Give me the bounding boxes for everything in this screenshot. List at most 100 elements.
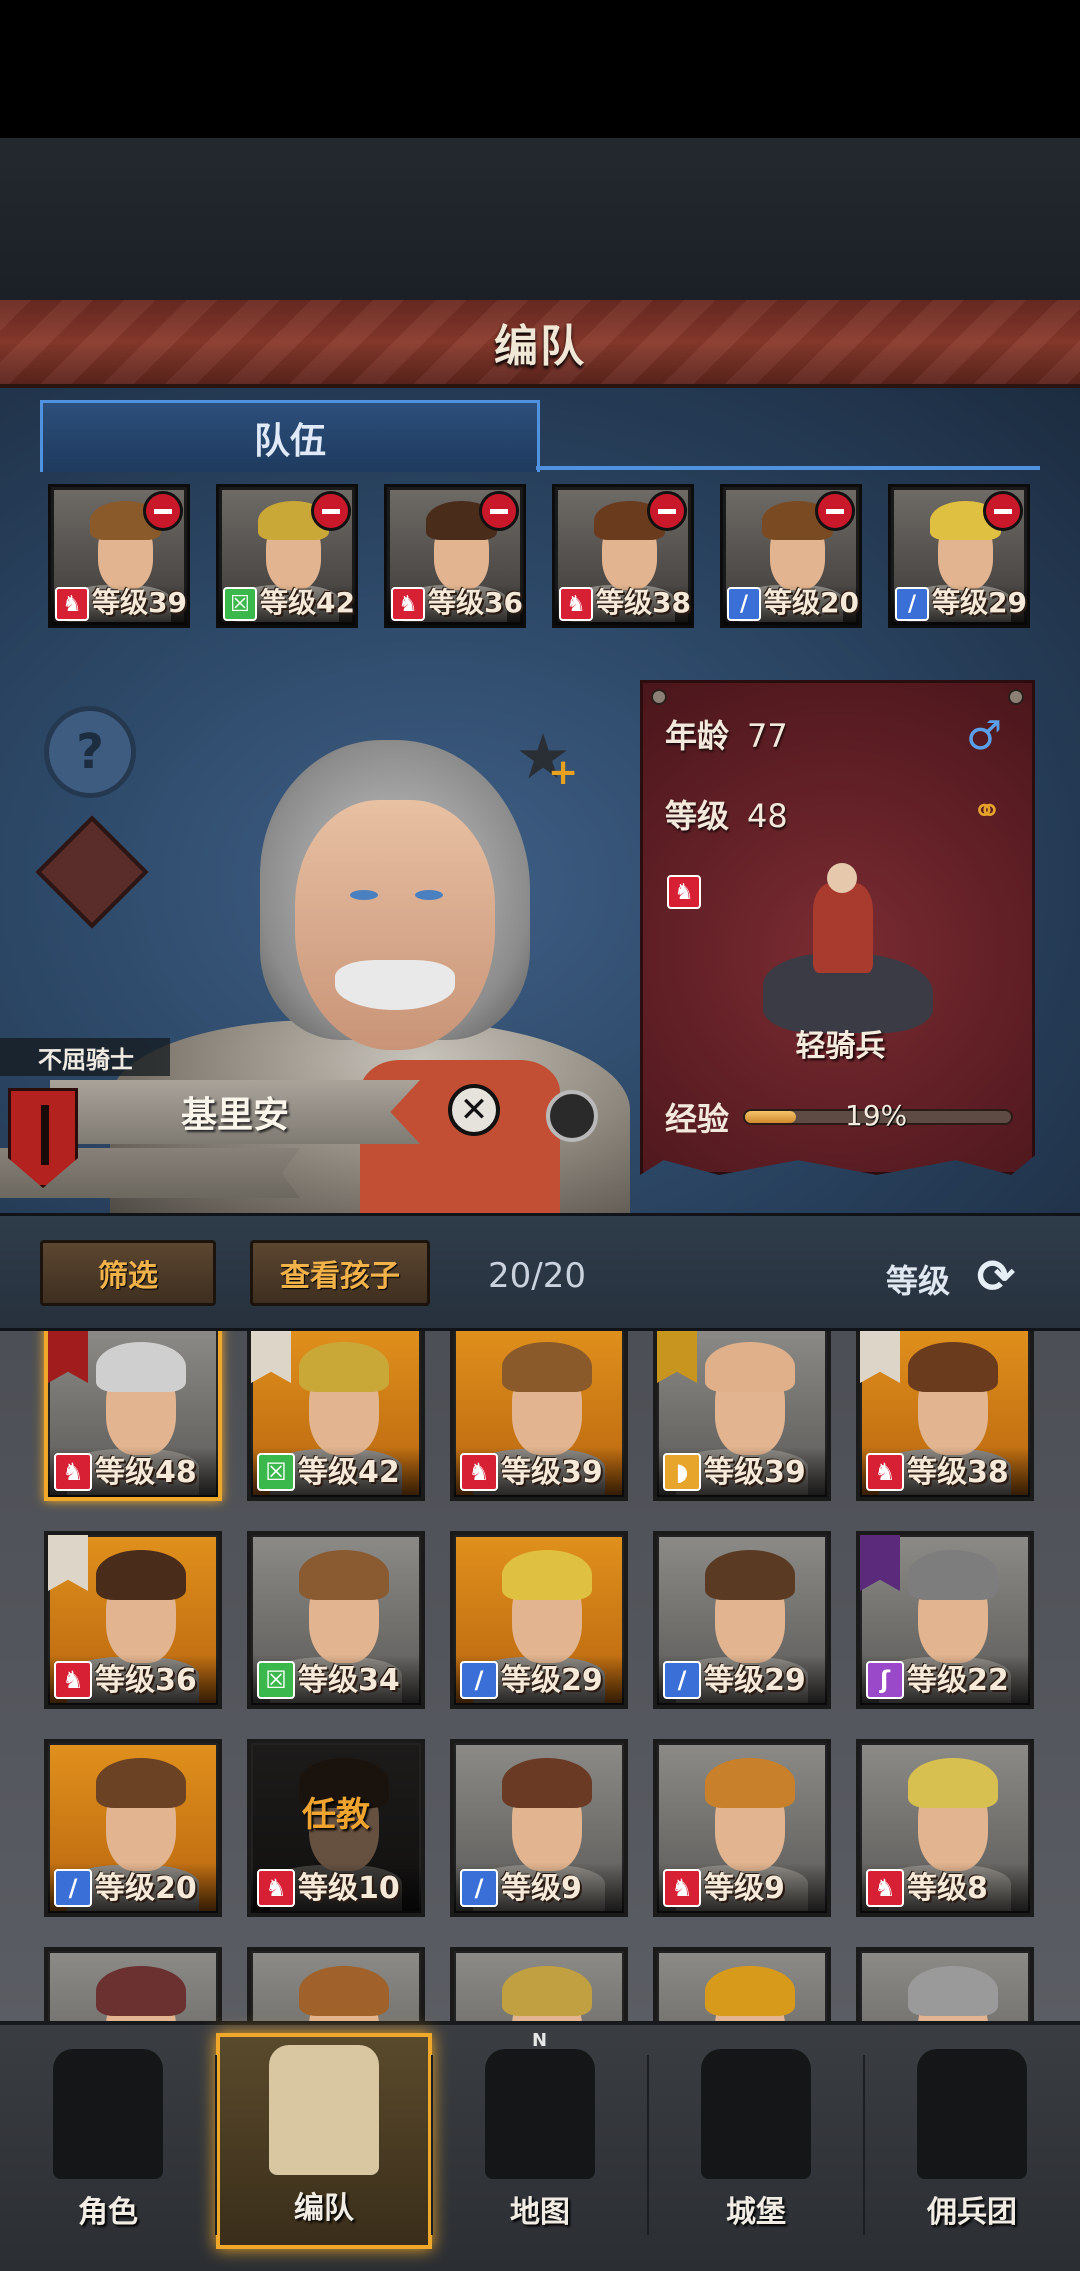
level-strip: ☒ 等级42: [219, 585, 355, 625]
level-strip: / 等级29: [454, 1655, 624, 1705]
tab-underline: [536, 466, 1040, 470]
beast-icon: ♞: [667, 875, 701, 909]
tab-team[interactable]: 队伍: [40, 400, 540, 472]
level-value: 48: [747, 797, 788, 835]
top-band: [0, 138, 1080, 300]
rings-icon[interactable]: ⚭: [972, 791, 1002, 832]
roster-grid: ♞ 等级48 ☒ 等级42 ♞ 等级39 ◗ 等级39 ♞ 等级38 ♞ 等级36 ☒ 等级34/等级29…: [0, 1331, 1080, 2021]
level-text: 等级42: [260, 586, 355, 619]
sword-icon: /: [895, 587, 929, 621]
shield-icon: ◗: [663, 1453, 701, 1491]
level-strip: / 等级29: [891, 585, 1027, 625]
nav-divider: [431, 2055, 433, 2235]
view-children-button[interactable]: 查看孩子: [250, 1240, 430, 1306]
roster-card[interactable]: ♞ 等级36: [44, 1531, 222, 1709]
sword-icon: /: [54, 1869, 92, 1907]
status-bar: [0, 0, 1080, 138]
level-strip: / 等级29: [657, 1655, 827, 1705]
crossed-x-icon: ☒: [257, 1453, 295, 1491]
roster-card[interactable]: ☒ 等级34: [247, 1531, 425, 1709]
nav-knight-helmet[interactable]: 角色: [0, 2033, 216, 2249]
bottom-nav: 角色 编队 地图 城堡 佣兵团: [0, 2021, 1080, 2271]
level-strip: ☒ 等级42: [251, 1447, 421, 1497]
filter-button[interactable]: 筛选: [40, 1240, 216, 1306]
roster-count: 20/20: [488, 1256, 586, 1296]
level-text: 等级39: [92, 586, 187, 619]
remove-member-icon[interactable]: [983, 491, 1023, 531]
remove-member-icon[interactable]: [311, 491, 351, 531]
level-text: 等级39: [704, 1455, 806, 1490]
roster-card[interactable]: [856, 1947, 1034, 2021]
roster-card[interactable]: / 等级9: [450, 1739, 628, 1917]
roster-card[interactable]: ♞ 等级38: [856, 1331, 1034, 1501]
roster-card[interactable]: / 等级20: [44, 1739, 222, 1917]
character-portrait: [659, 1953, 825, 2021]
filter-button-label: 筛选: [98, 1259, 158, 1294]
compass-map-icon: [485, 2049, 595, 2179]
level-text: 等级36: [95, 1663, 197, 1698]
crossed-x-icon: ☒: [257, 1661, 295, 1699]
roster-card[interactable]: ♞ 等级8: [856, 1739, 1034, 1917]
refresh-icon[interactable]: ⟳: [970, 1250, 1022, 1302]
teaching-status: 任教: [302, 1795, 370, 1835]
team-slot[interactable]: / 等级29: [888, 484, 1030, 628]
knight-helmet-icon: [53, 2049, 163, 2179]
roster-card[interactable]: 任教 ♞ 等级10: [247, 1739, 425, 1917]
remove-member-icon[interactable]: [479, 491, 519, 531]
level-text: 等级20: [95, 1871, 197, 1906]
level-text: 等级34: [298, 1663, 400, 1698]
beast-icon: ♞: [54, 1453, 92, 1491]
level-strip: ♞ 等级10: [251, 1863, 421, 1913]
page-title: 编队: [494, 321, 586, 372]
beast-icon: ♞: [257, 1869, 295, 1907]
roster-card[interactable]: [44, 1947, 222, 2021]
hero-name-plate[interactable]: 基里安: [50, 1080, 420, 1144]
level-text: 等级42: [298, 1455, 400, 1490]
roster-card[interactable]: ◗ 等级39: [653, 1331, 831, 1501]
team-slot[interactable]: ♞ 等级36: [384, 484, 526, 628]
unit-class-badge: ♞: [667, 875, 701, 909]
level-label: 等级: [665, 797, 730, 835]
roster-card[interactable]: / 等级29: [653, 1531, 831, 1709]
sort-by-level-button[interactable]: 等级: [886, 1256, 950, 1302]
exp-percent: 19%: [845, 1099, 908, 1132]
team-slot[interactable]: ☒ 等级42: [216, 484, 358, 628]
roster-card[interactable]: [653, 1947, 831, 2021]
remove-member-icon[interactable]: [647, 491, 687, 531]
sword-icon: /: [727, 587, 761, 621]
dismiss-button[interactable]: ✕: [448, 1084, 500, 1136]
roster-card[interactable]: [450, 1947, 628, 2021]
roster-card[interactable]: ʃ 等级22: [856, 1531, 1034, 1709]
beast-icon: ♞: [559, 587, 593, 621]
nav-mercenary[interactable]: 佣兵团: [864, 2033, 1080, 2249]
roster-card[interactable]: ☒ 等级42: [247, 1331, 425, 1501]
nav-castle[interactable]: 城堡: [648, 2033, 864, 2249]
team-slot[interactable]: / 等级20: [720, 484, 862, 628]
sword-icon: /: [460, 1869, 498, 1907]
tab-team-label: 队伍: [253, 420, 326, 462]
roster-card[interactable]: ♞ 等级48: [44, 1331, 222, 1501]
level-strip: ◗ 等级39: [657, 1447, 827, 1497]
roster-card[interactable]: / 等级29: [450, 1531, 628, 1709]
nav-compass-map[interactable]: 地图: [432, 2033, 648, 2249]
character-portrait: [50, 1953, 216, 2021]
roster-card[interactable]: [247, 1947, 425, 2021]
level-strip: ♞ 等级9: [657, 1863, 827, 1913]
character-portrait: [253, 1953, 419, 2021]
beast-icon: ♞: [391, 587, 425, 621]
remove-member-icon[interactable]: [143, 491, 183, 531]
roster-card[interactable]: ♞ 等级39: [450, 1331, 628, 1501]
level-text: 等级39: [501, 1455, 603, 1490]
team-roster: ♞ 等级39 ☒ 等级42 ♞ 等级36 ♞ 等级38/等级20/等级29: [48, 484, 1038, 630]
nav-formation-helmet[interactable]: 编队: [216, 2033, 432, 2249]
remove-member-icon[interactable]: [815, 491, 855, 531]
level-strip: ♞ 等级38: [860, 1447, 1030, 1497]
team-slot[interactable]: ♞ 等级39: [48, 484, 190, 628]
lock-icon[interactable]: [546, 1090, 598, 1142]
level-strip: ♞ 等级39: [51, 585, 187, 625]
team-slot[interactable]: ♞ 等级38: [552, 484, 694, 628]
roster-card[interactable]: ♞ 等级9: [653, 1739, 831, 1917]
level-text: 等级36: [428, 586, 523, 619]
exp-bar-fill: [745, 1111, 796, 1123]
nav-label: 编队: [294, 2191, 354, 2226]
